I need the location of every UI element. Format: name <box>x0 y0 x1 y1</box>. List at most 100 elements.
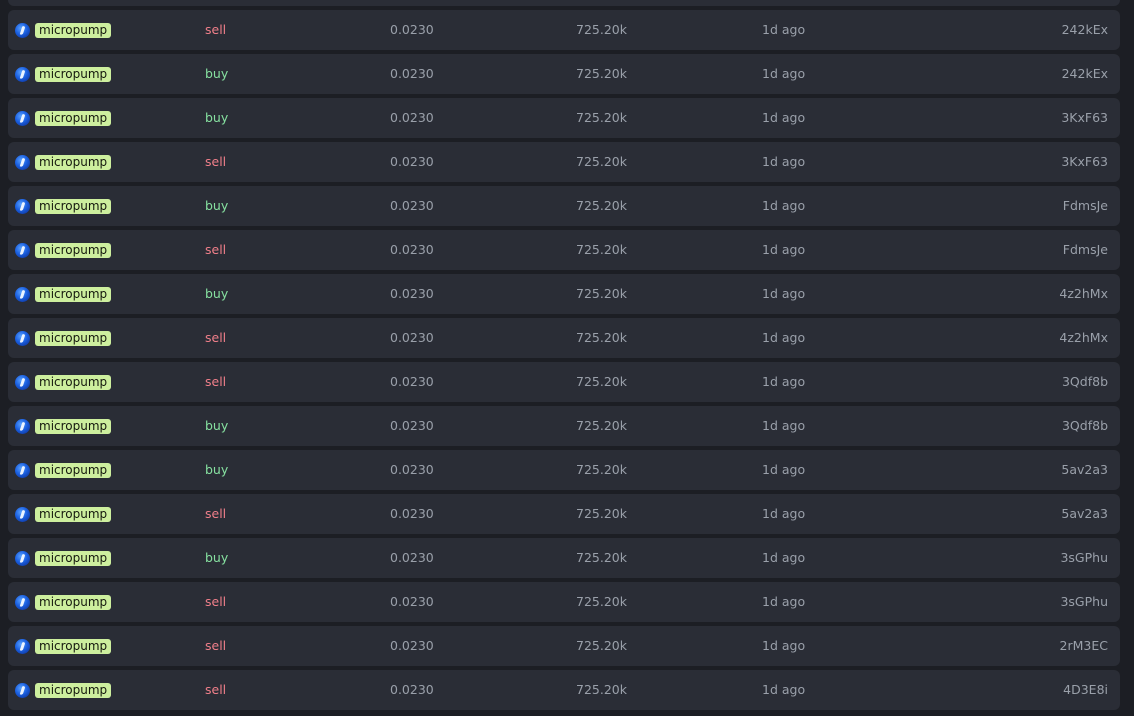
token-badge[interactable]: micropump <box>35 594 112 610</box>
trade-price: 0.0230 <box>390 462 434 477</box>
maker-address[interactable]: 3sGPhu <box>1060 582 1108 622</box>
trade-price: 0.0230 <box>390 594 434 609</box>
table-row[interactable]: micropump buy 0.0230 725.20k 1d ago 3Qdf… <box>8 406 1120 446</box>
table-row-partial[interactable] <box>8 0 1120 6</box>
trade-amount: 725.20k <box>576 594 627 609</box>
trade-price: 0.0230 <box>390 550 434 565</box>
trade-price: 0.0230 <box>390 418 434 433</box>
trade-amount: 725.20k <box>576 242 627 257</box>
maker-address[interactable]: 4z2hMx <box>1059 274 1108 314</box>
token-badge[interactable]: micropump <box>35 22 112 38</box>
trade-type: buy <box>205 462 229 477</box>
maker-address[interactable]: 242kEx <box>1062 54 1108 94</box>
trade-amount: 725.20k <box>576 286 627 301</box>
trade-time: 1d ago <box>762 374 806 389</box>
table-row[interactable]: micropump sell 0.0230 725.20k 1d ago 3Kx… <box>8 142 1120 182</box>
table-row[interactable]: micropump sell 0.0230 725.20k 1d ago 4D3… <box>8 670 1120 710</box>
token-cell: micropump <box>15 494 112 534</box>
table-row[interactable]: micropump buy 0.0230 725.20k 1d ago 3KxF… <box>8 98 1120 138</box>
token-badge[interactable]: micropump <box>35 198 112 214</box>
droplet-coin-icon <box>15 330 30 346</box>
table-row[interactable]: micropump buy 0.0230 725.20k 1d ago 3sGP… <box>8 538 1120 578</box>
token-badge[interactable]: micropump <box>35 330 112 346</box>
token-cell: micropump <box>15 538 112 578</box>
droplet-coin-icon <box>15 22 30 38</box>
trade-time: 1d ago <box>762 286 806 301</box>
token-cell: micropump <box>15 450 112 490</box>
trade-type: sell <box>205 682 227 697</box>
trade-amount: 725.20k <box>576 330 627 345</box>
droplet-coin-icon <box>15 242 30 258</box>
trade-price: 0.0230 <box>390 682 434 697</box>
table-row[interactable]: micropump sell 0.0230 725.20k 1d ago 3Qd… <box>8 362 1120 402</box>
trade-type: sell <box>205 330 227 345</box>
table-row[interactable]: micropump sell 0.0230 725.20k 1d ago 4z2… <box>8 318 1120 358</box>
trade-time: 1d ago <box>762 550 806 565</box>
token-badge[interactable]: micropump <box>35 374 112 390</box>
maker-address[interactable]: 3sGPhu <box>1060 538 1108 578</box>
maker-address[interactable]: FdmsJe <box>1063 186 1108 226</box>
maker-address[interactable]: 5av2a3 <box>1061 450 1108 490</box>
trade-time: 1d ago <box>762 506 806 521</box>
table-row[interactable]: micropump buy 0.0230 725.20k 1d ago 5av2… <box>8 450 1120 490</box>
token-cell: micropump <box>15 582 112 622</box>
trade-time: 1d ago <box>762 22 806 37</box>
table-row[interactable]: micropump sell 0.0230 725.20k 1d ago 5av… <box>8 494 1120 534</box>
table-row[interactable]: micropump sell 0.0230 725.20k 1d ago 2rM… <box>8 626 1120 666</box>
trade-amount: 725.20k <box>576 110 627 125</box>
trade-type: sell <box>205 22 227 37</box>
token-badge[interactable]: micropump <box>35 154 112 170</box>
trade-amount: 725.20k <box>576 22 627 37</box>
droplet-coin-icon <box>15 418 30 434</box>
maker-address[interactable]: 242kEx <box>1062 10 1108 50</box>
table-row[interactable]: micropump sell 0.0230 725.20k 1d ago Fdm… <box>8 230 1120 270</box>
token-badge[interactable]: micropump <box>35 66 112 82</box>
table-row[interactable]: micropump sell 0.0230 725.20k 1d ago 242… <box>8 10 1120 50</box>
trade-time: 1d ago <box>762 110 806 125</box>
droplet-coin-icon <box>15 66 30 82</box>
table-row[interactable]: micropump buy 0.0230 725.20k 1d ago 4z2h… <box>8 274 1120 314</box>
maker-address[interactable]: 4z2hMx <box>1059 318 1108 358</box>
token-badge[interactable]: micropump <box>35 462 112 478</box>
maker-address[interactable]: 2rM3EC <box>1060 626 1108 666</box>
maker-address[interactable]: 3Qdf8b <box>1062 362 1108 402</box>
droplet-coin-icon <box>15 374 30 390</box>
maker-address[interactable]: 3Qdf8b <box>1062 406 1108 446</box>
token-badge[interactable]: micropump <box>35 506 112 522</box>
trade-time: 1d ago <box>762 198 806 213</box>
trade-type: sell <box>205 638 227 653</box>
trade-time: 1d ago <box>762 242 806 257</box>
trade-amount: 725.20k <box>576 638 627 653</box>
maker-address[interactable]: 4D3E8i <box>1063 670 1108 710</box>
maker-address[interactable]: 5av2a3 <box>1061 494 1108 534</box>
token-cell: micropump <box>15 54 112 94</box>
token-badge[interactable]: micropump <box>35 550 112 566</box>
trade-type: sell <box>205 374 227 389</box>
token-badge[interactable]: micropump <box>35 242 112 258</box>
token-badge[interactable]: micropump <box>35 418 112 434</box>
droplet-coin-icon <box>15 198 30 214</box>
table-row[interactable]: micropump buy 0.0230 725.20k 1d ago Fdms… <box>8 186 1120 226</box>
trade-amount: 725.20k <box>576 682 627 697</box>
token-badge[interactable]: micropump <box>35 286 112 302</box>
token-badge[interactable]: micropump <box>35 110 112 126</box>
trade-amount: 725.20k <box>576 462 627 477</box>
table-row[interactable]: micropump sell 0.0230 725.20k 1d ago 3sG… <box>8 582 1120 622</box>
trade-price: 0.0230 <box>390 330 434 345</box>
trade-amount: 725.20k <box>576 418 627 433</box>
trade-time: 1d ago <box>762 462 806 477</box>
trade-price: 0.0230 <box>390 22 434 37</box>
maker-address[interactable]: 3KxF63 <box>1061 142 1108 182</box>
token-badge[interactable]: micropump <box>35 638 112 654</box>
maker-address[interactable]: 3KxF63 <box>1061 98 1108 138</box>
trade-price: 0.0230 <box>390 154 434 169</box>
trade-amount: 725.20k <box>576 154 627 169</box>
trade-type: buy <box>205 66 229 81</box>
trades-table: micropump sell 0.0230 725.20k 1d ago 242… <box>8 0 1120 714</box>
trade-time: 1d ago <box>762 418 806 433</box>
droplet-coin-icon <box>15 110 30 126</box>
token-cell: micropump <box>15 318 112 358</box>
maker-address[interactable]: FdmsJe <box>1063 230 1108 270</box>
table-row[interactable]: micropump buy 0.0230 725.20k 1d ago 242k… <box>8 54 1120 94</box>
token-badge[interactable]: micropump <box>35 682 112 698</box>
